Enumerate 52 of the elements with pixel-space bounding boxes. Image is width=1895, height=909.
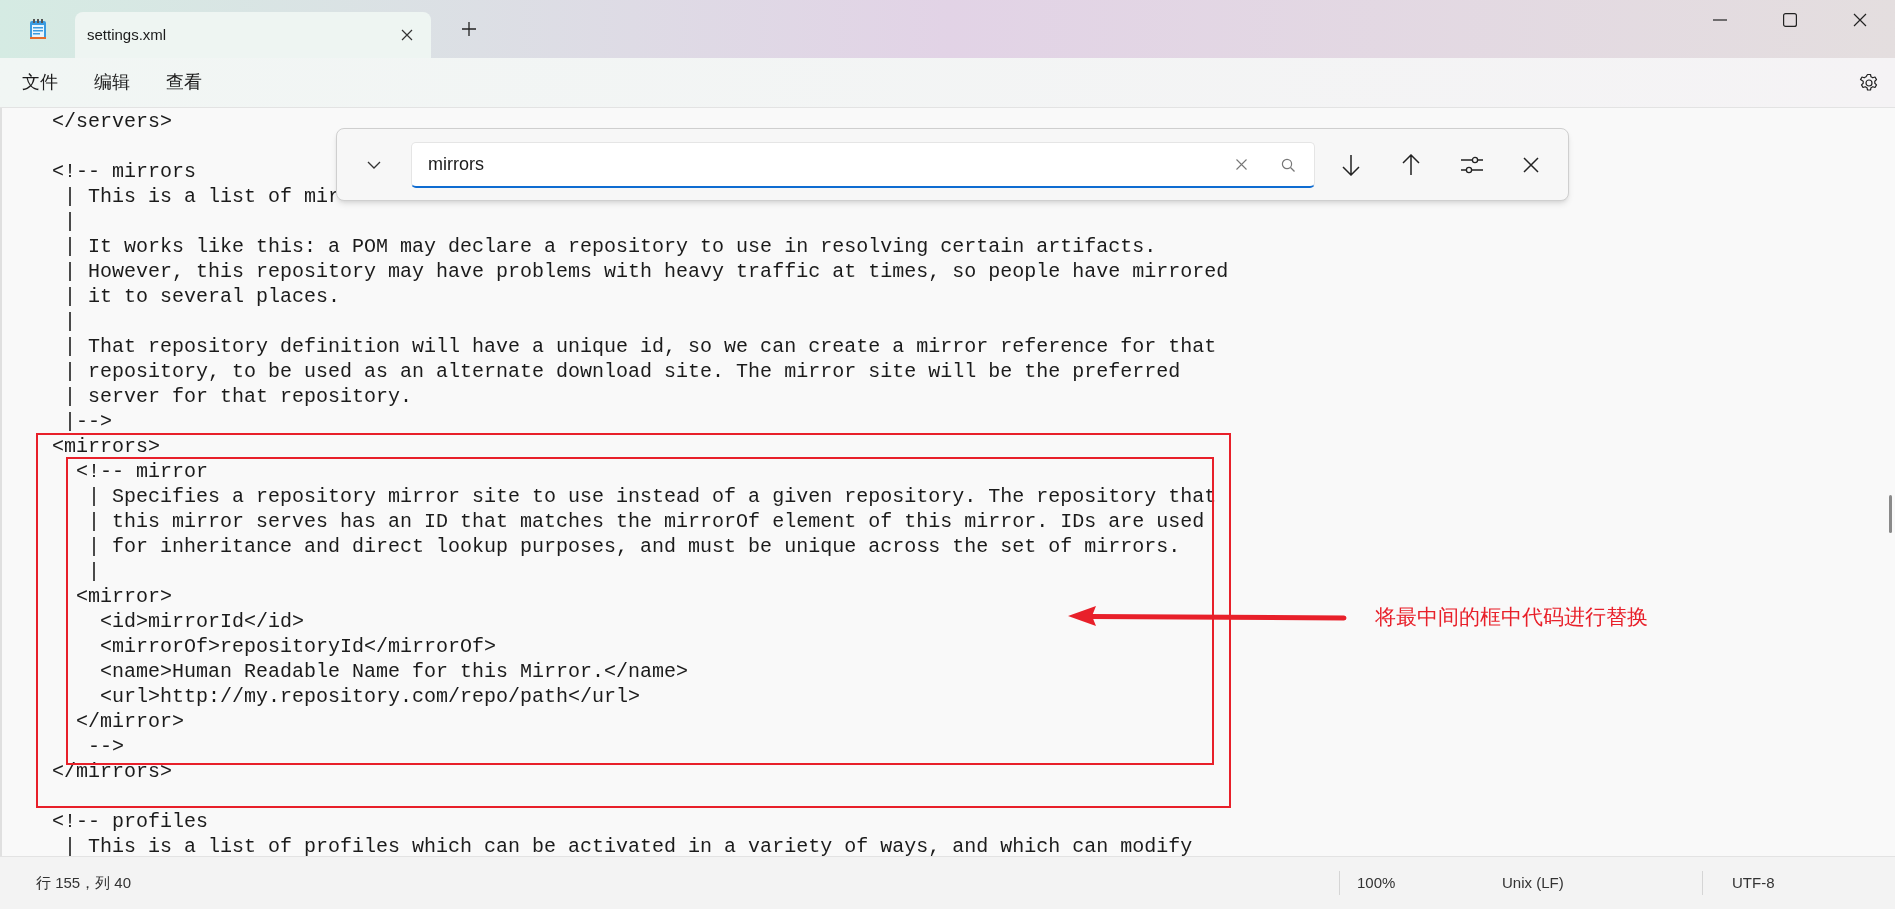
- cursor-position: 行 155，列 40: [35, 872, 133, 893]
- menu-item[interactable]: 查看: [154, 63, 214, 102]
- encoding[interactable]: UTF-8: [1732, 871, 1775, 895]
- code-line: | for inheritance and direct lookup purposes, and must be unique across the set of mirrors.: [87, 534, 1181, 559]
- code-line: | This is a list of mir: [63, 184, 341, 209]
- code-line: | server for that repository.: [63, 384, 413, 409]
- close-tab-icon[interactable]: [401, 29, 413, 41]
- new-tab-icon[interactable]: [461, 21, 477, 37]
- annotation-text: 将最中间的框中代码进行替换: [1375, 604, 1648, 630]
- code-line: </mirror>: [75, 709, 185, 734]
- code-line: <!-- profiles: [51, 809, 209, 834]
- notepad-icon: [28, 18, 47, 40]
- code-line: <mirror>: [75, 584, 173, 609]
- code-line: | Specifies a repository mirror site to use instead of a given repository. The repository that: [87, 484, 1217, 509]
- code-line: <!-- mirror: [75, 459, 209, 484]
- zoom-level[interactable]: 100%: [1357, 871, 1502, 895]
- code-line: | However, this repository may have problems with heavy traffic at times, so people have mirrored: [63, 259, 1229, 284]
- code-line: | That repository definition will have a unique id, so we can create a mirror reference for that: [63, 334, 1217, 359]
- code-line: | This is a list of profiles which can be activated in a variety of ways, and which can modify: [63, 834, 1193, 856]
- close-icon[interactable]: [1523, 156, 1539, 173]
- close-icon[interactable]: [1853, 13, 1867, 27]
- code-line: | It works like this: a POM may declare a repository to use in resolving certain artifacts.: [63, 234, 1157, 259]
- clear-icon[interactable]: [1236, 159, 1247, 170]
- menu-item[interactable]: 文件: [10, 63, 70, 102]
- code-line: <url>http://my.repository.com/repo/path</url>: [99, 684, 641, 709]
- code-line: | it to several places.: [63, 284, 341, 309]
- search-field[interactable]: mirrors: [411, 141, 1315, 188]
- code-line: <mirrors>: [51, 434, 161, 459]
- code-line: <mirrorOf>repositoryId</mirrorOf>: [99, 634, 497, 659]
- code-line: <!-- mirrors: [51, 159, 197, 184]
- code-line: |-->: [63, 409, 113, 434]
- code-line: <name>Human Readable Name for this Mirror.</name>: [99, 659, 689, 684]
- maximize-icon[interactable]: [1783, 13, 1797, 27]
- line-ending[interactable]: Unix (LF): [1502, 871, 1564, 895]
- scrollbar-thumb[interactable]: [1889, 495, 1892, 533]
- settings-icon[interactable]: [1859, 72, 1879, 93]
- arrow-up-icon[interactable]: [1401, 153, 1421, 176]
- code-line: </mirrors>: [51, 759, 173, 784]
- search-icon[interactable]: [1281, 157, 1295, 172]
- code-line: <id>mirrorId</id>: [99, 609, 305, 634]
- file-tab[interactable]: settings.xml: [75, 12, 431, 58]
- code-line: | this mirror serves has an ID that matches the mirrorOf element of this mirror. IDs are used: [87, 509, 1205, 534]
- code-line: |: [63, 209, 76, 234]
- code-line: |: [63, 309, 76, 334]
- options-icon[interactable]: [1461, 155, 1483, 174]
- arrow-down-icon[interactable]: [1341, 153, 1361, 176]
- code-line: -->: [87, 734, 125, 759]
- code-line: </servers>: [51, 109, 173, 134]
- code-line: | repository, to be used as an alternate download site. The mirror site will be the preferred: [63, 359, 1181, 384]
- chevron-down-icon[interactable]: [367, 160, 381, 169]
- code-line: |: [87, 559, 100, 584]
- menu-item[interactable]: 编辑: [82, 63, 142, 102]
